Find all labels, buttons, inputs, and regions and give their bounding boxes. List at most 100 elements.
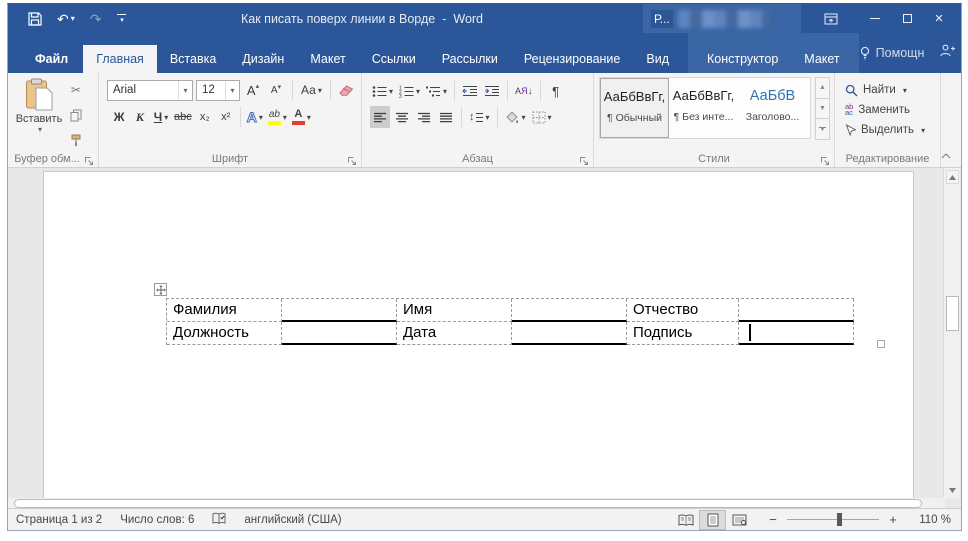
text-effects-button[interactable]: А: [245, 106, 265, 128]
table-cell-blank[interactable]: [282, 322, 397, 345]
font-color-button[interactable]: А: [290, 106, 313, 128]
horizontal-scroll-thumb[interactable]: [14, 499, 922, 508]
format-painter-button[interactable]: [66, 129, 86, 151]
zoom-out-button[interactable]: −: [767, 512, 779, 527]
table-cell[interactable]: Дата: [397, 322, 512, 345]
align-center-button[interactable]: [392, 106, 412, 128]
tab-home[interactable]: Главная: [83, 45, 157, 73]
justify-button[interactable]: [436, 106, 456, 128]
grow-font-button[interactable]: А▴: [243, 79, 263, 101]
table-cell-blank[interactable]: [282, 299, 397, 322]
table-cell[interactable]: Должность: [167, 322, 282, 345]
highlight-color-button[interactable]: ab: [266, 106, 289, 128]
underline-button[interactable]: Ч: [151, 106, 171, 128]
table-cell[interactable]: Имя: [397, 299, 512, 322]
bold-button[interactable]: Ж: [109, 106, 129, 128]
scroll-up-button[interactable]: [946, 170, 959, 184]
table-cell-blank[interactable]: [739, 322, 854, 345]
find-button[interactable]: Найти: [835, 80, 940, 100]
tab-table-layout[interactable]: Макет: [791, 45, 852, 73]
share-button[interactable]: [940, 44, 956, 62]
document-table[interactable]: Фамилия Имя Отчество Должность Дата Подп…: [166, 298, 854, 345]
tell-me-control[interactable]: Помощн: [859, 46, 925, 60]
bullets-button[interactable]: [370, 80, 395, 102]
line-spacing-button[interactable]: ↕: [467, 106, 492, 128]
font-name-combo[interactable]: Arial ▾: [107, 80, 193, 101]
read-mode-button[interactable]: [672, 510, 699, 530]
paste-dropdown[interactable]: [36, 125, 42, 134]
table-resize-handle[interactable]: [877, 340, 885, 348]
change-case-button[interactable]: Аа: [299, 79, 324, 101]
undo-button[interactable]: ↶: [57, 12, 75, 26]
tab-mailings[interactable]: Рассылки: [429, 45, 511, 73]
strikethrough-button[interactable]: abc: [172, 106, 194, 128]
numbering-button[interactable]: 123: [397, 80, 422, 102]
tab-design[interactable]: Дизайн: [229, 45, 297, 73]
tab-view[interactable]: Вид: [633, 45, 682, 73]
tab-review[interactable]: Рецензирование: [511, 45, 634, 73]
minimize-button[interactable]: [859, 4, 891, 33]
select-button[interactable]: Выделить: [835, 120, 940, 140]
table-cell-blank[interactable]: [739, 299, 854, 322]
style-no-spacing[interactable]: АаБбВвГг, ¶ Без инте...: [669, 78, 738, 138]
word-count[interactable]: Число слов: 6: [120, 514, 194, 526]
shading-button[interactable]: [503, 106, 528, 128]
borders-button[interactable]: [530, 106, 554, 128]
zoom-slider[interactable]: [787, 519, 879, 520]
subscript-button[interactable]: x₂: [195, 106, 215, 128]
zoom-level[interactable]: 110 %: [911, 514, 951, 526]
zoom-slider-thumb[interactable]: [837, 513, 842, 526]
customize-qat-button[interactable]: [116, 14, 127, 24]
collapse-ribbon-button[interactable]: [939, 150, 953, 162]
styles-scroll-down-button[interactable]: ▼: [815, 98, 830, 120]
web-layout-button[interactable]: [726, 510, 753, 530]
sort-button[interactable]: АЯ↓: [513, 80, 535, 102]
scroll-down-button[interactable]: [946, 483, 959, 497]
clear-formatting-button[interactable]: [337, 79, 357, 101]
superscript-button[interactable]: x²: [216, 106, 236, 128]
paragraph-dialog-launcher[interactable]: [579, 153, 590, 164]
ribbon-display-options-button[interactable]: [815, 4, 847, 33]
font-size-combo[interactable]: 12 ▾: [196, 80, 240, 101]
vertical-scroll-thumb[interactable]: [946, 296, 959, 331]
table-move-handle[interactable]: [154, 283, 167, 296]
styles-dialog-launcher[interactable]: [820, 153, 831, 164]
show-formatting-marks-button[interactable]: ¶: [546, 80, 566, 102]
decrease-indent-button[interactable]: [460, 80, 480, 102]
align-left-button[interactable]: [370, 106, 390, 128]
shrink-font-button[interactable]: А▾: [266, 79, 286, 101]
increase-indent-button[interactable]: [482, 80, 502, 102]
align-right-button[interactable]: [414, 106, 434, 128]
paste-button[interactable]: Вставить: [16, 78, 62, 148]
tab-file[interactable]: Файл: [20, 45, 83, 73]
language-indicator[interactable]: английский (США): [244, 514, 341, 526]
table-cell-blank[interactable]: [512, 299, 627, 322]
tab-layout[interactable]: Макет: [297, 45, 358, 73]
zoom-in-button[interactable]: +: [887, 512, 899, 527]
multilevel-list-button[interactable]: [424, 80, 449, 102]
print-layout-button[interactable]: [699, 510, 726, 530]
close-button[interactable]: ×: [923, 4, 955, 33]
italic-button[interactable]: К: [130, 106, 150, 128]
style-normal[interactable]: АаБбВвГг, ¶ Обычный: [600, 78, 669, 138]
font-dialog-launcher[interactable]: [347, 153, 358, 164]
cut-button[interactable]: ✂: [66, 79, 86, 101]
replace-button[interactable]: abac Заменить: [835, 100, 940, 120]
styles-scroll-up-button[interactable]: ▲: [815, 77, 830, 99]
table-cell-blank[interactable]: [512, 322, 627, 345]
maximize-button[interactable]: [891, 4, 923, 33]
tab-insert[interactable]: Вставка: [157, 45, 229, 73]
clipboard-dialog-launcher[interactable]: [84, 153, 95, 164]
page-indicator[interactable]: Страница 1 из 2: [16, 514, 102, 526]
styles-more-button[interactable]: ▼: [815, 118, 830, 140]
style-heading1[interactable]: АаБбВ Заголово...: [738, 78, 807, 138]
tab-table-design[interactable]: Конструктор: [694, 45, 791, 73]
copy-button[interactable]: [66, 104, 86, 126]
proofing-status[interactable]: [212, 512, 226, 528]
save-button[interactable]: [28, 12, 42, 26]
table-cell[interactable]: Подпись: [627, 322, 739, 345]
table-cell[interactable]: Фамилия: [167, 299, 282, 322]
document-page[interactable]: Фамилия Имя Отчество Должность Дата Подп…: [43, 171, 914, 502]
vertical-scrollbar[interactable]: [943, 168, 960, 499]
table-cell[interactable]: Отчество: [627, 299, 739, 322]
